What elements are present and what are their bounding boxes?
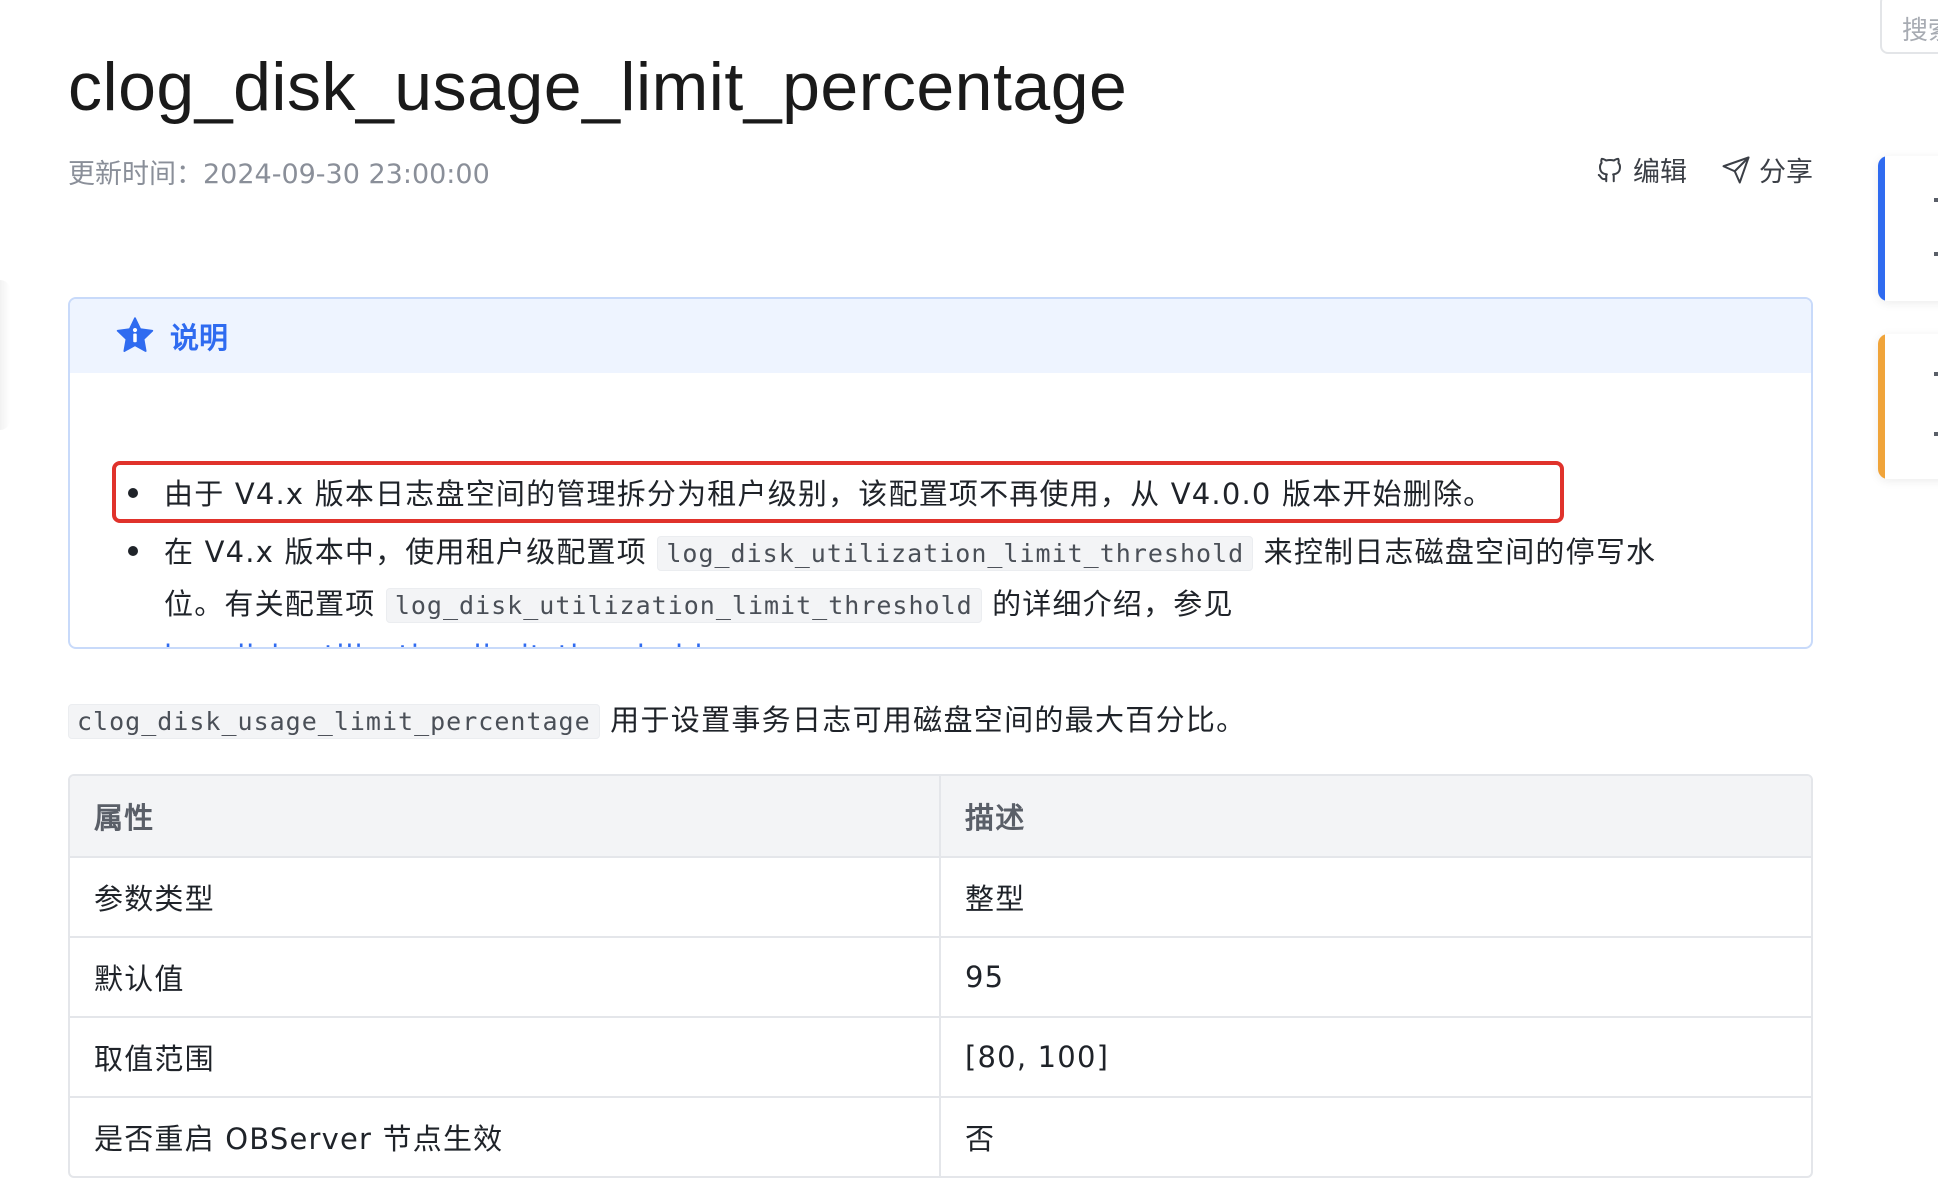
table-cell: 否 (965, 1122, 996, 1156)
edit-label: 编辑 (1633, 157, 1687, 188)
note-callout: 说明 由于 V4.x 版本日志盘空间的管理拆分为租户级别，该配置项不再使用，从 … (68, 297, 1813, 649)
note-item-2-text-4: 的详细介绍，参见 (992, 587, 1234, 621)
table-row: 是否重启 OBServer 节点生效 否 (70, 1096, 1811, 1176)
doc-link[interactable]: log_disk_utilization_limit_threshold (164, 639, 703, 647)
card-accent-bar (1878, 156, 1885, 301)
send-icon (1722, 156, 1750, 183)
table-row: 取值范围 [80, 100] (70, 1016, 1811, 1096)
table-cell: 整型 (965, 882, 1026, 916)
note-item-2-text-2: 来控制日志磁盘空间的停写水 (1263, 535, 1657, 569)
update-time-label: 更新时间： (68, 159, 203, 190)
table-header-cell: 属性 (70, 776, 941, 856)
description-text: 用于设置事务日志可用磁盘空间的最大百分比。 (610, 703, 1247, 737)
note-item-2-text-3: 位。有关配置项 (164, 587, 376, 621)
table-cell: [80, 100] (965, 1040, 1110, 1074)
card-mark (1934, 252, 1938, 256)
table-cell: 是否重启 OBServer 节点生效 (70, 1098, 941, 1176)
attribute-table: 属性 描述 参数类型 整型 默认值 95 取值范围 [80, 100] 是否重启… (68, 774, 1813, 1178)
info-star-icon (116, 317, 154, 352)
note-item-2-end: 。 (703, 639, 733, 647)
note-item-2-line-3: log_disk_utilization_limit_threshold。 (164, 633, 734, 647)
inline-code: clog_disk_usage_limit_percentage (68, 704, 600, 739)
note-item-2-line-1: 在 V4.x 版本中，使用租户级配置项 log_disk_utilization… (164, 529, 1656, 571)
edit-button[interactable]: 编辑 (1595, 150, 1687, 189)
card-mark (1934, 372, 1938, 376)
table-header-cell: 描述 (965, 801, 1026, 835)
update-time: 更新时间：2024-09-30 23:00:00 (68, 152, 490, 191)
table-cell: 95 (965, 960, 1005, 994)
table-row: 参数类型 整型 (70, 856, 1811, 936)
card-mark (1934, 432, 1938, 436)
share-label: 分享 (1759, 157, 1813, 188)
card-mark (1934, 198, 1938, 202)
share-button[interactable]: 分享 (1721, 150, 1813, 189)
table-cell: 取值范围 (70, 1018, 941, 1096)
side-card-blue[interactable] (1878, 156, 1938, 301)
page-actions: 编辑 分享 (1595, 150, 1813, 189)
inline-code: log_disk_utilization_limit_threshold (657, 536, 1254, 571)
page-title: clog_disk_usage_limit_percentage (68, 49, 1128, 125)
search-input[interactable]: 搜索 (1880, 0, 1938, 54)
side-card-orange[interactable] (1878, 334, 1938, 479)
table-header-row: 属性 描述 (70, 776, 1811, 856)
left-edge-shadow (0, 280, 10, 430)
update-time-value: 2024-09-30 23:00:00 (203, 159, 490, 190)
note-item-2-line-2: 位。有关配置项 log_disk_utilization_limit_thres… (164, 581, 1234, 623)
github-icon (1597, 157, 1621, 182)
table-cell: 默认值 (70, 938, 941, 1016)
table-cell: 参数类型 (70, 858, 941, 936)
red-highlight-box (112, 461, 1564, 523)
note-header: 说明 (70, 299, 1811, 373)
bullet-dot (128, 546, 138, 556)
note-item-2-text-1: 在 V4.x 版本中，使用租户级配置项 (164, 535, 647, 569)
parameter-description: clog_disk_usage_limit_percentage 用于设置事务日… (68, 697, 1246, 739)
inline-code: log_disk_utilization_limit_threshold (385, 588, 982, 623)
meta-row: 更新时间：2024-09-30 23:00:00 编辑 分享 (68, 150, 1813, 191)
note-heading: 说明 (170, 321, 229, 355)
card-accent-bar (1878, 334, 1885, 479)
table-row: 默认值 95 (70, 936, 1811, 1016)
doc-page: clog_disk_usage_limit_percentage 更新时间：20… (0, 0, 1938, 1204)
